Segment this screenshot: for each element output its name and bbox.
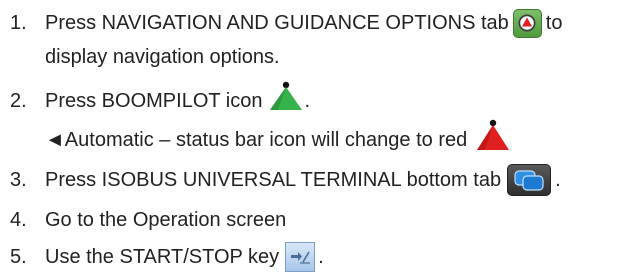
step-text-suffix: . [304, 90, 311, 112]
note-text: Automatic – status bar icon will change … [64, 129, 468, 151]
step-text-suffix: . [555, 169, 561, 191]
navigation-guidance-tab-icon [512, 8, 542, 38]
step-text: Press BOOMPILOT icon [45, 90, 263, 112]
step-text: Press NAVIGATION AND GUIDANCE OPTIONS ta… [45, 12, 509, 34]
isobus-universal-terminal-tab-icon [507, 164, 552, 196]
step-text: Go to the Operation screen [45, 209, 287, 231]
instruction-list: 1. Press NAVIGATION AND GUIDANCE OPTIONS… [0, 0, 624, 279]
boompilot-red-icon [475, 119, 511, 162]
step-number: 1. [10, 12, 27, 34]
step-text: Use the START/STOP key [45, 246, 280, 268]
start-stop-key-icon [285, 242, 316, 272]
arrow-icon: ◄ [45, 129, 65, 151]
step-number: 2. [10, 90, 27, 112]
step-number: 3. [10, 169, 27, 191]
step-text-suffix: to [545, 12, 563, 34]
step-continuation: display navigation options. [45, 46, 280, 68]
step-text: Press ISOBUS UNIVERSAL TERMINAL bottom t… [45, 169, 502, 191]
step-number: 4. [10, 209, 27, 231]
boompilot-green-icon [268, 81, 304, 122]
step-text-suffix: . [318, 246, 324, 268]
step-number: 5. [10, 246, 27, 268]
